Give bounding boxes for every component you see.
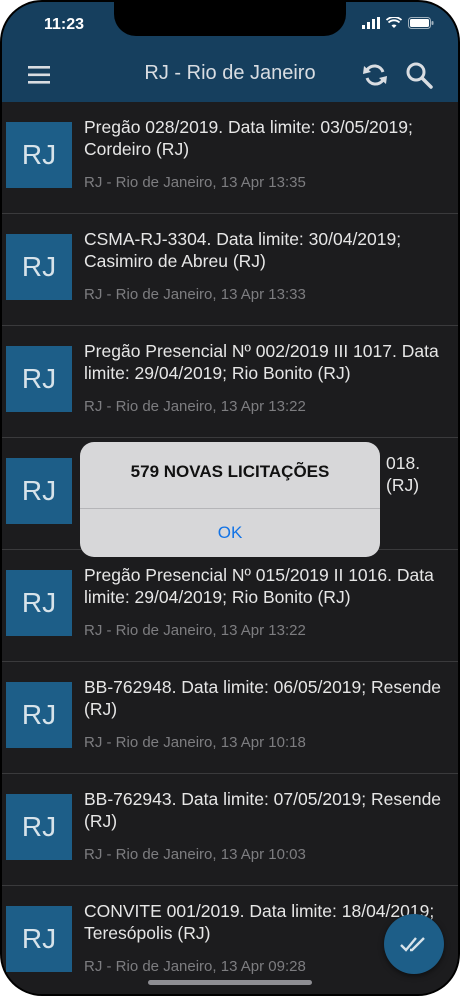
list-item-title: Pregão 028/2019. Data limite: 03/05/2019… bbox=[84, 117, 413, 159]
mark-all-read-button[interactable] bbox=[384, 914, 444, 974]
list-item-title: BB-762948. Data limite: 06/05/2019; Rese… bbox=[84, 677, 442, 719]
avatar: RJ bbox=[6, 794, 72, 860]
app-screen: 11:23 RJ - Rio de Janeiro RJ Pregão 028/… bbox=[2, 2, 458, 994]
refresh-button[interactable] bbox=[360, 60, 390, 90]
alert-ok-button[interactable]: OK bbox=[80, 509, 380, 557]
avatar: RJ bbox=[6, 234, 72, 300]
app-header: RJ - Rio de Janeiro bbox=[2, 48, 458, 102]
battery-icon bbox=[408, 17, 434, 29]
avatar: RJ bbox=[6, 346, 72, 412]
list-item-subtitle: RJ - Rio de Janeiro, 13 Apr 13:33 bbox=[84, 286, 306, 303]
list-item-title: Pregão Presencial Nº 015/2019 II 1016. D… bbox=[84, 565, 434, 607]
list-item-subtitle: RJ - Rio de Janeiro, 13 Apr 09:28 bbox=[84, 958, 306, 975]
status-icons bbox=[362, 17, 434, 29]
list-item-title: Pregão Presencial Nº 002/2019 III 1017. … bbox=[84, 341, 439, 383]
device-frame: 11:23 RJ - Rio de Janeiro RJ Pregão 028/… bbox=[0, 0, 460, 996]
alert-dialog: 579 NOVAS LICITAÇÕES OK bbox=[80, 442, 380, 557]
list-item[interactable]: RJ Pregão 028/2019. Data limite: 03/05/2… bbox=[2, 102, 458, 214]
list-item-subtitle: RJ - Rio de Janeiro, 13 Apr 13:22 bbox=[84, 398, 306, 415]
refresh-icon bbox=[363, 64, 387, 86]
list-item-title-partial: 018. (RJ) bbox=[386, 452, 456, 496]
double-check-icon bbox=[400, 937, 425, 952]
wifi-icon bbox=[386, 17, 402, 28]
device-notch bbox=[114, 2, 346, 36]
list-item-subtitle: RJ - Rio de Janeiro, 13 Apr 13:22 bbox=[84, 622, 306, 639]
list-item[interactable]: RJ BB-762948. Data limite: 06/05/2019; R… bbox=[2, 662, 458, 774]
home-indicator[interactable] bbox=[148, 980, 312, 985]
list-item-title-tail: (RJ) bbox=[386, 475, 420, 495]
list-item[interactable]: RJ Pregão Presencial Nº 015/2019 II 1016… bbox=[2, 550, 458, 662]
list-item[interactable]: RJ BB-762943. Data limite: 07/05/2019; R… bbox=[2, 774, 458, 886]
avatar: RJ bbox=[6, 122, 72, 188]
avatar: RJ bbox=[6, 570, 72, 636]
status-time: 11:23 bbox=[44, 16, 85, 33]
list-item[interactable]: RJ Pregão Presencial Nº 002/2019 III 101… bbox=[2, 326, 458, 438]
list-item-subtitle: RJ - Rio de Janeiro, 13 Apr 13:35 bbox=[84, 174, 306, 191]
list-item-title: BB-762943. Data limite: 07/05/2019; Rese… bbox=[84, 789, 442, 831]
list-item-subtitle: RJ - Rio de Janeiro, 13 Apr 10:03 bbox=[84, 846, 306, 863]
list-item-title-tail: 018. bbox=[386, 453, 421, 473]
list-item-title: CSMA-RJ-3304. Data limite: 30/04/2019; C… bbox=[84, 229, 402, 271]
status-bar: 11:23 bbox=[2, 2, 458, 48]
list-item-subtitle: RJ - Rio de Janeiro, 13 Apr 10:18 bbox=[84, 734, 306, 751]
alert-message: 579 NOVAS LICITAÇÕES bbox=[130, 462, 330, 481]
avatar: RJ bbox=[6, 906, 72, 972]
search-icon bbox=[406, 62, 433, 89]
signal-icon bbox=[362, 17, 380, 29]
avatar: RJ bbox=[6, 458, 72, 524]
avatar: RJ bbox=[6, 682, 72, 748]
search-button[interactable] bbox=[404, 60, 434, 90]
list-item[interactable]: RJ CSMA-RJ-3304. Data limite: 30/04/2019… bbox=[2, 214, 458, 326]
